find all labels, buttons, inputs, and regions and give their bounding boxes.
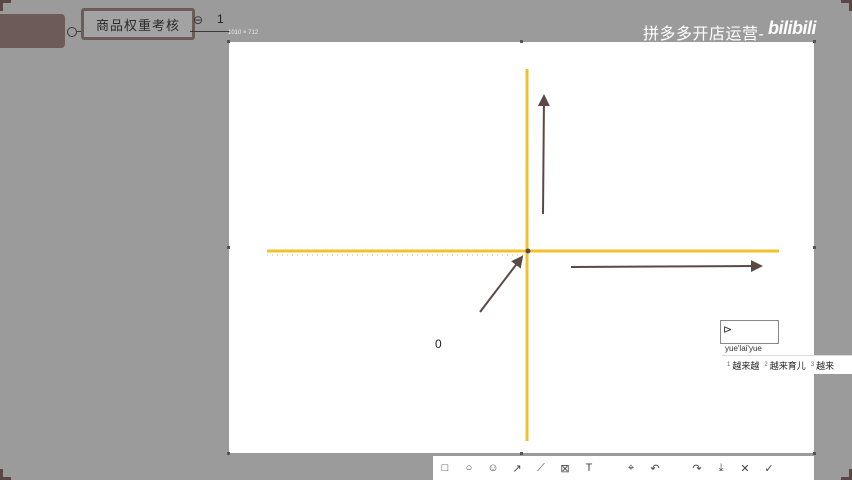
origin-label: 0 xyxy=(435,337,442,351)
text-input-box[interactable]: ⊳ xyxy=(720,320,779,344)
watermark-text: 拼多多开店运营- xyxy=(643,26,765,43)
text-cursor-icon: ⊳ xyxy=(723,324,733,336)
frame-corner-bottom-left xyxy=(0,469,11,480)
save-tool-icon[interactable]: ⤓ xyxy=(709,458,733,478)
close-tool-icon[interactable]: ✕ xyxy=(733,458,757,478)
emoji-tool-icon[interactable]: ☺ xyxy=(481,458,505,478)
parent-node-block[interactable] xyxy=(0,14,65,48)
ime-candidate-bar: 1 越来越 2 越来育儿 3 越来 xyxy=(722,355,852,374)
arrow-up xyxy=(537,94,550,215)
pen-tool-icon[interactable]: ⟋ xyxy=(529,458,553,478)
share-tool-icon[interactable]: ↷ xyxy=(685,458,709,478)
ime-candidate[interactable]: 2 越来育儿 xyxy=(764,359,805,372)
arrow-right xyxy=(570,260,763,273)
ime-pinyin: yue'lai'yue xyxy=(725,344,762,353)
drawing-layer xyxy=(267,69,779,441)
ime-candidate[interactable]: 3 越来 xyxy=(811,359,834,372)
node-underline xyxy=(190,31,230,32)
origin-point xyxy=(525,248,531,254)
toolbar-spacer xyxy=(667,458,685,478)
confirm-tool-icon[interactable]: ✓ xyxy=(757,458,781,478)
pin-tool-icon[interactable]: ⌖ xyxy=(619,458,643,478)
undo-tool-icon[interactable]: ↶ xyxy=(643,458,667,478)
mindmap-title-node[interactable]: 商品权重考核 xyxy=(81,8,195,40)
rectangle-tool-icon[interactable]: □ xyxy=(433,458,457,478)
frame-corner-bottom-right xyxy=(841,469,852,480)
toolbar-spacer xyxy=(601,458,619,478)
ime-candidate[interactable]: 1 越来越 xyxy=(727,359,759,372)
bilibili-logo: bilibili xyxy=(768,18,817,38)
capture-size-label: 1010 × 712 xyxy=(228,30,259,36)
arrow-diagonal xyxy=(479,255,524,313)
annotation-toolbar: □ ○ ☺ ↗ ⟋ ⊠ T ⌖ ↶ ↷ ⤓ ✕ ✓ xyxy=(433,456,814,480)
arrow-tool-icon[interactable]: ↗ xyxy=(505,458,529,478)
frame-corner-top-right xyxy=(841,0,852,11)
mindmap-title-text: 商品权重考核 xyxy=(95,18,180,34)
mosaic-tool-icon[interactable]: ⊠ xyxy=(553,458,577,478)
node-connector-dot[interactable] xyxy=(67,27,77,37)
ellipse-tool-icon[interactable]: ○ xyxy=(457,458,481,478)
text-tool-icon[interactable]: T xyxy=(577,458,601,478)
frame-corner-top-left xyxy=(0,0,11,11)
link-icon[interactable]: ⊖ xyxy=(193,13,203,27)
screenshot-canvas[interactable]: 0 ⊳ xyxy=(227,40,816,455)
child-count: 1 xyxy=(217,12,224,26)
